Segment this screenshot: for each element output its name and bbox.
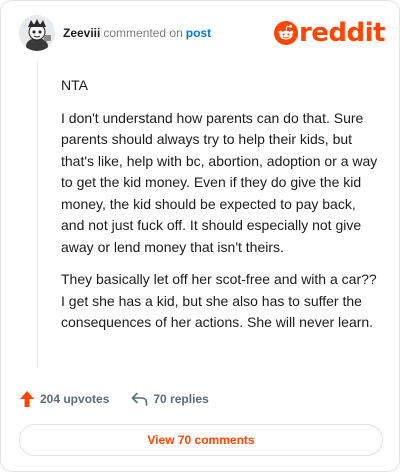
snoo-avatar-icon [19,15,55,51]
comment-paragraph: They basically let off her scot-free and… [61,271,377,330]
comment-stats: 204 upvotes 70 replies [19,389,209,409]
reddit-wordmark: reddit [298,18,386,48]
user-avatar[interactable] [19,15,55,51]
reddit-snoo-icon [273,21,298,45]
reply-stat[interactable]: 70 replies [131,392,209,406]
comment-header: Zeeviii commented on post reddit [19,15,386,51]
upvote-arrow-icon [20,391,34,407]
comment-paragraph: NTA [61,77,88,93]
comment-byline: Zeeviii commented on post [63,26,211,40]
view-comments-button[interactable]: View 70 comments [19,424,383,456]
reply-arrow-icon [132,392,148,406]
post-link[interactable]: post [186,26,211,40]
comment-paragraph: I don't understand how parents can do th… [61,109,378,255]
username-link[interactable]: Zeeviii [63,26,100,40]
upvote-stat[interactable]: 204 upvotes [19,390,109,408]
reply-count: 70 replies [153,392,209,406]
byline-action-text: commented on [103,26,183,40]
comment-body: NTA I don't understand how parents can d… [61,75,381,345]
reddit-logo[interactable]: reddit [273,18,386,48]
comment-card: Zeeviii commented on post reddit NTA I don… [0,0,400,472]
thread-line[interactable] [37,61,38,367]
upvote-count: 204 upvotes [40,392,110,406]
